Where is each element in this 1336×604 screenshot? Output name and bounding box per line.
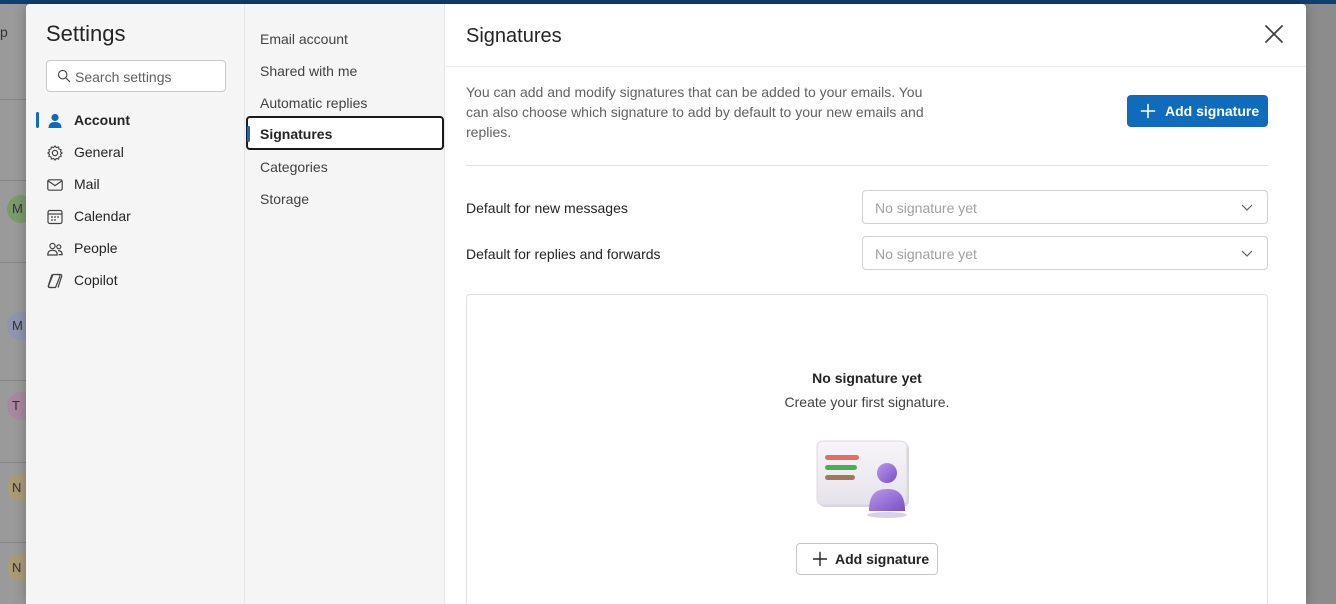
category-people[interactable]: People [36,233,236,263]
gear-icon [47,145,63,161]
search-settings-box[interactable] [46,60,226,92]
background-divider [0,262,26,263]
subnav-storage[interactable]: Storage [246,181,444,215]
default-new-label: Default for new messages [466,200,628,216]
dropdown-value: No signature yet [875,200,977,216]
subnav-label: Email account [260,31,348,47]
subnav-label: Storage [260,191,310,207]
background-divider [0,180,26,181]
settings-category-nav: Settings Account General [26,4,245,604]
button-label: Add signature [835,551,930,567]
category-general[interactable]: General [36,137,236,167]
active-indicator [247,126,250,142]
signatures-description: You can add and modify signatures that c… [466,84,924,140]
subnav-signatures[interactable]: Signatures [246,116,444,150]
category-copilot[interactable]: Copilot [36,265,236,295]
category-label: Calendar [74,208,131,224]
mail-icon [47,179,63,191]
subnav-shared-with-me[interactable]: Shared with me [246,53,444,87]
background-divider [0,462,26,463]
default-replies-dropdown[interactable]: No signature yet [862,236,1268,270]
category-calendar[interactable]: Calendar [36,201,236,231]
calendar-icon [47,209,63,225]
category-label: Mail [74,176,100,192]
section-divider [466,165,1268,166]
chevron-down-icon [1241,204,1253,211]
category-mail[interactable]: Mail [36,169,236,199]
signature-illustration-icon [816,440,909,518]
empty-state-subtitle: Create your first signature. [784,394,950,410]
search-icon [57,69,71,83]
background-divider [0,380,26,381]
signatures-panel: Signatures You can add and modify signat… [446,4,1306,604]
page-title: Signatures [466,25,562,47]
settings-dialog: Settings Account General [26,4,1306,604]
category-label: General [74,144,124,160]
person-icon [48,113,62,128]
category-label: People [74,240,118,256]
subnav-automatic-replies[interactable]: Automatic replies [246,85,444,119]
button-label: Add signature [1165,103,1260,119]
background-partial-label: p [0,24,8,40]
empty-state-add-signature-button[interactable]: Add signature [796,543,938,575]
category-account[interactable]: Account [36,105,236,135]
default-replies-label: Default for replies and forwards [466,246,661,262]
category-label: Copilot [74,272,118,288]
background-divider [0,542,26,543]
active-indicator [36,112,39,128]
subnav-label: Categories [260,159,328,175]
background-divider [0,99,26,100]
subnav-label: Shared with me [260,63,358,79]
empty-state-card: No signature yet Create your first signa… [466,294,1268,604]
subnav-categories[interactable]: Categories [246,149,444,183]
subnav-label: Signatures [260,126,333,142]
default-new-dropdown[interactable]: No signature yet [862,190,1268,224]
empty-state-title: No signature yet [812,370,922,386]
subnav-label: Automatic replies [260,95,368,111]
background-app-sidebar: p [0,4,26,604]
search-settings-input[interactable] [75,67,220,87]
settings-title: Settings [46,21,126,46]
subnav-email-account[interactable]: Email account [246,21,444,55]
close-icon[interactable] [1262,22,1286,46]
copilot-icon [47,273,63,289]
plus-icon [1140,103,1156,119]
dropdown-value: No signature yet [875,246,977,262]
panel-header: Signatures [446,4,1306,67]
plus-icon [812,551,828,567]
add-signature-button[interactable]: Add signature [1127,95,1268,127]
people-icon [47,242,63,256]
chevron-down-icon [1241,250,1253,257]
account-subnav: Email account Shared with me Automatic r… [245,4,445,604]
category-label: Account [74,112,130,128]
